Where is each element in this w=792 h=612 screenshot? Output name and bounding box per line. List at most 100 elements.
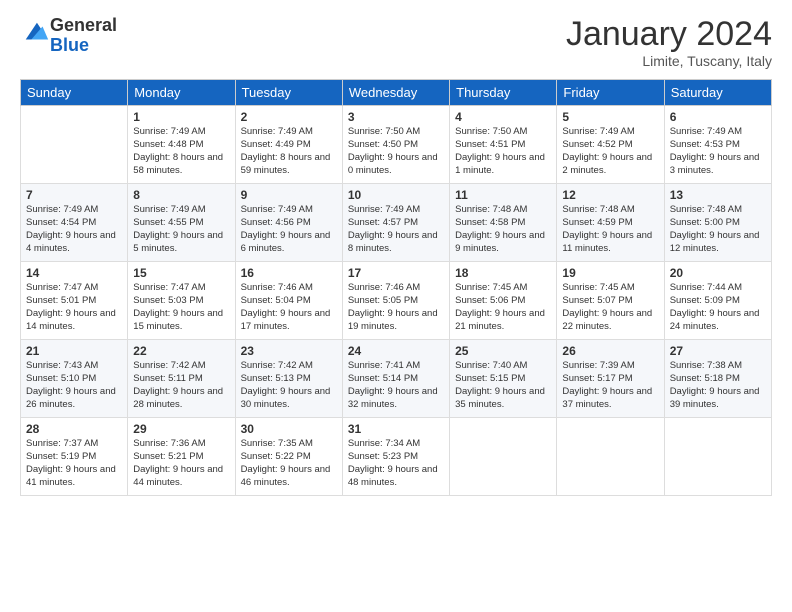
day-number: 29 [133,422,229,436]
col-wednesday: Wednesday [342,80,449,106]
sunrise-text: Sunrise: 7:37 AMSunset: 5:19 PMDaylight:… [26,438,116,487]
calendar-cell: 23 Sunrise: 7:42 AMSunset: 5:13 PMDaylig… [235,340,342,418]
day-number: 6 [670,110,766,124]
logo-blue-text: Blue [50,35,89,55]
day-number: 5 [562,110,658,124]
day-number: 2 [241,110,337,124]
calendar-cell [450,418,557,496]
sunrise-text: Sunrise: 7:45 AMSunset: 5:07 PMDaylight:… [562,282,652,331]
day-number: 13 [670,188,766,202]
day-number: 30 [241,422,337,436]
sunrise-text: Sunrise: 7:44 AMSunset: 5:09 PMDaylight:… [670,282,760,331]
sunrise-text: Sunrise: 7:49 AMSunset: 4:55 PMDaylight:… [133,204,223,253]
calendar-week-row: 14 Sunrise: 7:47 AMSunset: 5:01 PMDaylig… [21,262,772,340]
calendar-cell: 17 Sunrise: 7:46 AMSunset: 5:05 PMDaylig… [342,262,449,340]
sunrise-text: Sunrise: 7:42 AMSunset: 5:11 PMDaylight:… [133,360,223,409]
calendar-cell: 25 Sunrise: 7:40 AMSunset: 5:15 PMDaylig… [450,340,557,418]
calendar-header-row: Sunday Monday Tuesday Wednesday Thursday… [21,80,772,106]
col-saturday: Saturday [664,80,771,106]
calendar-cell: 10 Sunrise: 7:49 AMSunset: 4:57 PMDaylig… [342,184,449,262]
sunrise-text: Sunrise: 7:45 AMSunset: 5:06 PMDaylight:… [455,282,545,331]
calendar-cell: 30 Sunrise: 7:35 AMSunset: 5:22 PMDaylig… [235,418,342,496]
calendar-cell: 16 Sunrise: 7:46 AMSunset: 5:04 PMDaylig… [235,262,342,340]
col-thursday: Thursday [450,80,557,106]
day-number: 4 [455,110,551,124]
day-number: 11 [455,188,551,202]
sunrise-text: Sunrise: 7:50 AMSunset: 4:51 PMDaylight:… [455,126,545,175]
day-number: 9 [241,188,337,202]
sunrise-text: Sunrise: 7:48 AMSunset: 4:58 PMDaylight:… [455,204,545,253]
sunrise-text: Sunrise: 7:50 AMSunset: 4:50 PMDaylight:… [348,126,438,175]
calendar-cell: 4 Sunrise: 7:50 AMSunset: 4:51 PMDayligh… [450,106,557,184]
sunrise-text: Sunrise: 7:38 AMSunset: 5:18 PMDaylight:… [670,360,760,409]
calendar-cell: 5 Sunrise: 7:49 AMSunset: 4:52 PMDayligh… [557,106,664,184]
sunrise-text: Sunrise: 7:49 AMSunset: 4:48 PMDaylight:… [133,126,223,175]
day-number: 15 [133,266,229,280]
sunrise-text: Sunrise: 7:46 AMSunset: 5:05 PMDaylight:… [348,282,438,331]
sunrise-text: Sunrise: 7:36 AMSunset: 5:21 PMDaylight:… [133,438,223,487]
calendar-cell: 9 Sunrise: 7:49 AMSunset: 4:56 PMDayligh… [235,184,342,262]
calendar-cell: 27 Sunrise: 7:38 AMSunset: 5:18 PMDaylig… [664,340,771,418]
page: General Blue January 2024 Limite, Tuscan… [0,0,792,612]
day-number: 3 [348,110,444,124]
calendar-table: Sunday Monday Tuesday Wednesday Thursday… [20,79,772,496]
sunrise-text: Sunrise: 7:49 AMSunset: 4:49 PMDaylight:… [241,126,331,175]
day-number: 20 [670,266,766,280]
calendar-week-row: 28 Sunrise: 7:37 AMSunset: 5:19 PMDaylig… [21,418,772,496]
day-number: 8 [133,188,229,202]
calendar-cell: 21 Sunrise: 7:43 AMSunset: 5:10 PMDaylig… [21,340,128,418]
day-number: 17 [348,266,444,280]
logo-icon [22,19,50,47]
month-title: January 2024 [566,16,772,53]
calendar-cell: 24 Sunrise: 7:41 AMSunset: 5:14 PMDaylig… [342,340,449,418]
sunrise-text: Sunrise: 7:43 AMSunset: 5:10 PMDaylight:… [26,360,116,409]
calendar-cell: 14 Sunrise: 7:47 AMSunset: 5:01 PMDaylig… [21,262,128,340]
calendar-cell: 19 Sunrise: 7:45 AMSunset: 5:07 PMDaylig… [557,262,664,340]
calendar-week-row: 21 Sunrise: 7:43 AMSunset: 5:10 PMDaylig… [21,340,772,418]
sunrise-text: Sunrise: 7:49 AMSunset: 4:52 PMDaylight:… [562,126,652,175]
sunrise-text: Sunrise: 7:46 AMSunset: 5:04 PMDaylight:… [241,282,331,331]
day-number: 19 [562,266,658,280]
sunrise-text: Sunrise: 7:49 AMSunset: 4:54 PMDaylight:… [26,204,116,253]
day-number: 23 [241,344,337,358]
col-monday: Monday [128,80,235,106]
sunrise-text: Sunrise: 7:34 AMSunset: 5:23 PMDaylight:… [348,438,438,487]
sunrise-text: Sunrise: 7:49 AMSunset: 4:53 PMDaylight:… [670,126,760,175]
col-sunday: Sunday [21,80,128,106]
calendar-cell: 29 Sunrise: 7:36 AMSunset: 5:21 PMDaylig… [128,418,235,496]
calendar-cell [557,418,664,496]
sunrise-text: Sunrise: 7:42 AMSunset: 5:13 PMDaylight:… [241,360,331,409]
day-number: 10 [348,188,444,202]
col-friday: Friday [557,80,664,106]
sunrise-text: Sunrise: 7:47 AMSunset: 5:01 PMDaylight:… [26,282,116,331]
calendar-cell: 7 Sunrise: 7:49 AMSunset: 4:54 PMDayligh… [21,184,128,262]
calendar-cell: 26 Sunrise: 7:39 AMSunset: 5:17 PMDaylig… [557,340,664,418]
calendar-cell [664,418,771,496]
calendar-cell: 15 Sunrise: 7:47 AMSunset: 5:03 PMDaylig… [128,262,235,340]
calendar-cell: 1 Sunrise: 7:49 AMSunset: 4:48 PMDayligh… [128,106,235,184]
day-number: 22 [133,344,229,358]
calendar-cell: 31 Sunrise: 7:34 AMSunset: 5:23 PMDaylig… [342,418,449,496]
calendar-cell [21,106,128,184]
calendar-cell: 12 Sunrise: 7:48 AMSunset: 4:59 PMDaylig… [557,184,664,262]
sunrise-text: Sunrise: 7:48 AMSunset: 5:00 PMDaylight:… [670,204,760,253]
sunrise-text: Sunrise: 7:47 AMSunset: 5:03 PMDaylight:… [133,282,223,331]
calendar-week-row: 1 Sunrise: 7:49 AMSunset: 4:48 PMDayligh… [21,106,772,184]
day-number: 31 [348,422,444,436]
calendar-week-row: 7 Sunrise: 7:49 AMSunset: 4:54 PMDayligh… [21,184,772,262]
day-number: 24 [348,344,444,358]
day-number: 27 [670,344,766,358]
day-number: 21 [26,344,122,358]
sunrise-text: Sunrise: 7:39 AMSunset: 5:17 PMDaylight:… [562,360,652,409]
calendar-cell: 22 Sunrise: 7:42 AMSunset: 5:11 PMDaylig… [128,340,235,418]
sunrise-text: Sunrise: 7:41 AMSunset: 5:14 PMDaylight:… [348,360,438,409]
day-number: 18 [455,266,551,280]
day-number: 26 [562,344,658,358]
logo-general-text: General [50,15,117,35]
day-number: 12 [562,188,658,202]
calendar-cell: 28 Sunrise: 7:37 AMSunset: 5:19 PMDaylig… [21,418,128,496]
day-number: 25 [455,344,551,358]
sunrise-text: Sunrise: 7:48 AMSunset: 4:59 PMDaylight:… [562,204,652,253]
calendar-cell: 8 Sunrise: 7:49 AMSunset: 4:55 PMDayligh… [128,184,235,262]
day-number: 7 [26,188,122,202]
